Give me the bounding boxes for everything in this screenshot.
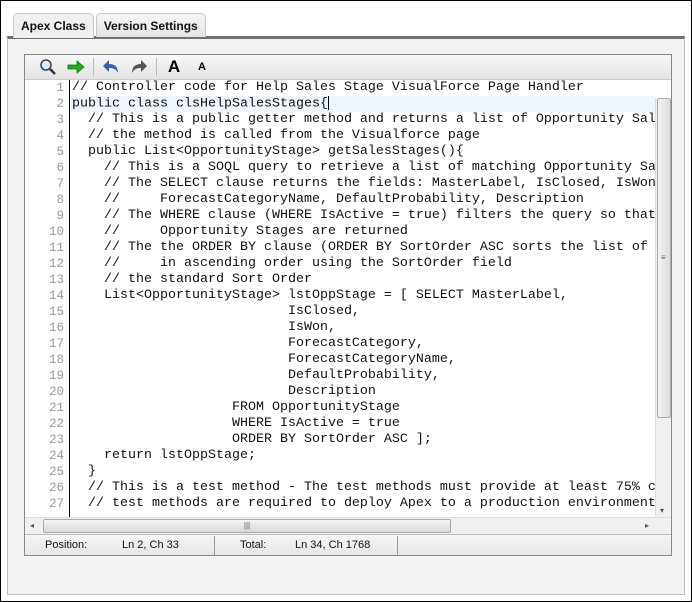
line-number: 19	[48, 369, 64, 383]
code-line[interactable]: // The WHERE clause (WHERE IsActive = tr…	[71, 208, 655, 224]
code-line[interactable]: // The SELECT clause returns the fields:…	[71, 176, 655, 192]
line-number: 12	[48, 257, 64, 271]
redo-icon[interactable]	[128, 57, 150, 77]
code-lines[interactable]: // Controller code for Help Sales Stage …	[71, 80, 655, 512]
code-line[interactable]: IsWon,	[71, 320, 655, 336]
tab-version-settings[interactable]: Version Settings	[95, 13, 206, 37]
line-number: 2	[56, 97, 64, 111]
code-line[interactable]: // ForecastCategoryName, DefaultProbabil…	[71, 192, 655, 208]
total-label: Total:	[240, 539, 267, 551]
code-line[interactable]: // This is a public getter method and re…	[71, 112, 655, 128]
line-number: 5	[56, 145, 64, 159]
line-number: 11	[48, 241, 64, 255]
code-line[interactable]: WHERE IsActive = true	[71, 416, 655, 432]
code-line[interactable]: return lstOppStage;	[71, 448, 655, 464]
line-number: 10	[48, 225, 64, 239]
code-line[interactable]: // test methods are required to deploy A…	[71, 496, 655, 512]
toolbar-divider	[93, 58, 94, 76]
line-number: 13	[48, 273, 64, 287]
line-number: 4	[56, 129, 64, 143]
horizontal-scrollbar[interactable]: ◂ ||| ▸	[25, 517, 671, 534]
status-divider	[397, 536, 398, 555]
line-number: 17	[48, 337, 64, 351]
code-line[interactable]: // Controller code for Help Sales Stage …	[71, 80, 655, 96]
tab-bar: Apex Class Version Settings	[13, 13, 206, 38]
line-number: 9	[56, 209, 64, 223]
line-number: 14	[48, 289, 64, 303]
tab-apex-class[interactable]: Apex Class	[13, 13, 94, 38]
code-line[interactable]: // This is a SOQL query to retrieve a li…	[71, 160, 655, 176]
code-line[interactable]: public class clsHelpSalesStages{	[71, 96, 655, 112]
line-number: 1	[56, 81, 64, 95]
line-number-gutter: 1 2 3 4 5 6 7 8 9 10 11 12 13 14 15 16 17 18 19 20 21 22 23 24 2…	[25, 80, 70, 517]
font-smaller-icon[interactable]: A	[191, 57, 213, 77]
code-area[interactable]: 1 2 3 4 5 6 7 8 9 10 11 12 13 14 15 16 17 18 19 20 21 22 23 24 2…	[25, 80, 655, 517]
line-number: 24	[48, 449, 64, 463]
total-value: Ln 34, Ch 1768	[295, 539, 371, 551]
scroll-down-arrow[interactable]: ▾	[660, 506, 664, 515]
line-number: 26	[48, 481, 64, 495]
toolbar-divider	[156, 58, 157, 76]
line-number: 16	[48, 321, 64, 335]
code-line[interactable]: ForecastCategory,	[71, 336, 655, 352]
code-line[interactable]: // Opportunity Stages are returned	[71, 224, 655, 240]
position-label: Position:	[45, 539, 88, 551]
line-number: 27	[48, 497, 64, 511]
scroll-left-arrow[interactable]: ◂	[30, 521, 34, 530]
status-bar: Position: Ln 2, Ch 33 Total: Ln 34, Ch 1…	[25, 534, 671, 555]
line-number: 7	[56, 177, 64, 191]
code-line[interactable]: ForecastCategoryName,	[71, 352, 655, 368]
code-line[interactable]: // This is a test method - The test meth…	[71, 480, 655, 496]
code-line[interactable]: // the method is called from the Visualf…	[71, 128, 655, 144]
horizontal-scroll-thumb[interactable]: |||	[43, 519, 451, 533]
code-line[interactable]: }	[71, 464, 655, 480]
scroll-right-arrow[interactable]: ▸	[645, 521, 649, 530]
line-number: 23	[48, 433, 64, 447]
code-line[interactable]: DefaultProbability,	[71, 368, 655, 384]
search-icon[interactable]	[37, 57, 59, 77]
text-caret	[327, 96, 329, 110]
vertical-scroll-thumb[interactable]: ≡	[657, 98, 671, 418]
code-line[interactable]: List<OpportunityStage> lstOppStage = [ S…	[71, 288, 655, 304]
undo-icon[interactable]	[100, 57, 122, 77]
line-number: 20	[48, 385, 64, 399]
status-divider	[214, 536, 215, 555]
code-line[interactable]: IsClosed,	[71, 304, 655, 320]
font-larger-icon[interactable]: A	[163, 57, 185, 77]
line-number: 25	[48, 465, 64, 479]
code-line[interactable]: FROM OpportunityStage	[71, 400, 655, 416]
line-number: 6	[56, 161, 64, 175]
code-line[interactable]: Description	[71, 384, 655, 400]
code-line[interactable]: // the standard Sort Order	[71, 272, 655, 288]
line-number: 22	[48, 417, 64, 431]
code-line[interactable]: public List<OpportunityStage> getSalesSt…	[71, 144, 655, 160]
code-editor: A A 1 2 3 4 5 6 7 8 9 10 11 12 13 14 15 16 17 18 19 20 21 22 2…	[24, 54, 672, 556]
line-number: 3	[56, 113, 64, 127]
line-number: 8	[56, 193, 64, 207]
vertical-scrollbar[interactable]: ≡ ▾	[655, 98, 671, 517]
line-number: 18	[48, 353, 64, 367]
line-number: 15	[48, 305, 64, 319]
code-line[interactable]: // in ascending order using the SortOrde…	[71, 256, 655, 272]
line-number: 21	[48, 401, 64, 415]
position-value: Ln 2, Ch 33	[122, 539, 179, 551]
code-line[interactable]: ORDER BY SortOrder ASC ];	[71, 432, 655, 448]
editor-toolbar: A A	[25, 55, 671, 80]
code-line[interactable]: // The the ORDER BY clause (ORDER BY Sor…	[71, 240, 655, 256]
go-to-line-arrow-icon[interactable]	[65, 57, 87, 77]
